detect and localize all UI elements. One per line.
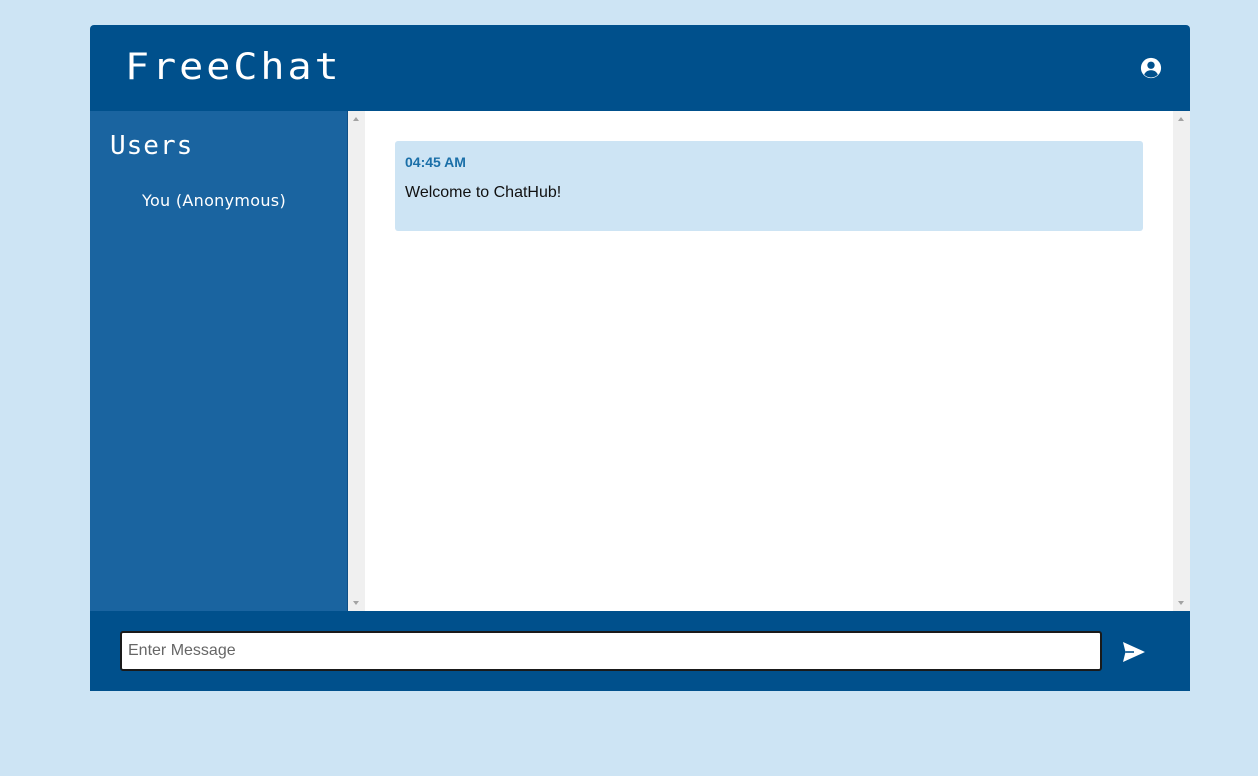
chat-app: FreeChat Users You (Anonymous) 04:45 AM … — [90, 25, 1190, 691]
chat-scrollbar[interactable] — [1173, 111, 1190, 611]
message-text: Welcome to ChatHub! — [405, 184, 562, 201]
scroll-up-arrow-icon[interactable] — [353, 117, 359, 121]
users-sidebar: Users You (Anonymous) — [90, 111, 348, 611]
scroll-down-arrow-icon[interactable] — [1178, 601, 1184, 605]
account-circle-icon[interactable] — [1140, 57, 1162, 79]
app-header: FreeChat — [90, 25, 1190, 111]
users-heading: Users — [110, 131, 194, 161]
sidebar-scrollbar[interactable] — [348, 111, 365, 611]
scroll-up-arrow-icon[interactable] — [1178, 117, 1184, 121]
message-list: 04:45 AM Welcome to ChatHub! — [365, 111, 1173, 611]
message-composer — [90, 611, 1190, 691]
send-icon[interactable] — [1122, 641, 1146, 663]
message-timestamp: 04:45 AM — [405, 154, 466, 170]
app-brand: FreeChat — [125, 45, 342, 89]
message-input[interactable] — [120, 631, 1102, 671]
scroll-down-arrow-icon[interactable] — [353, 601, 359, 605]
chat-message: 04:45 AM Welcome to ChatHub! — [395, 141, 1143, 231]
user-list-item[interactable]: You (Anonymous) — [142, 191, 286, 210]
